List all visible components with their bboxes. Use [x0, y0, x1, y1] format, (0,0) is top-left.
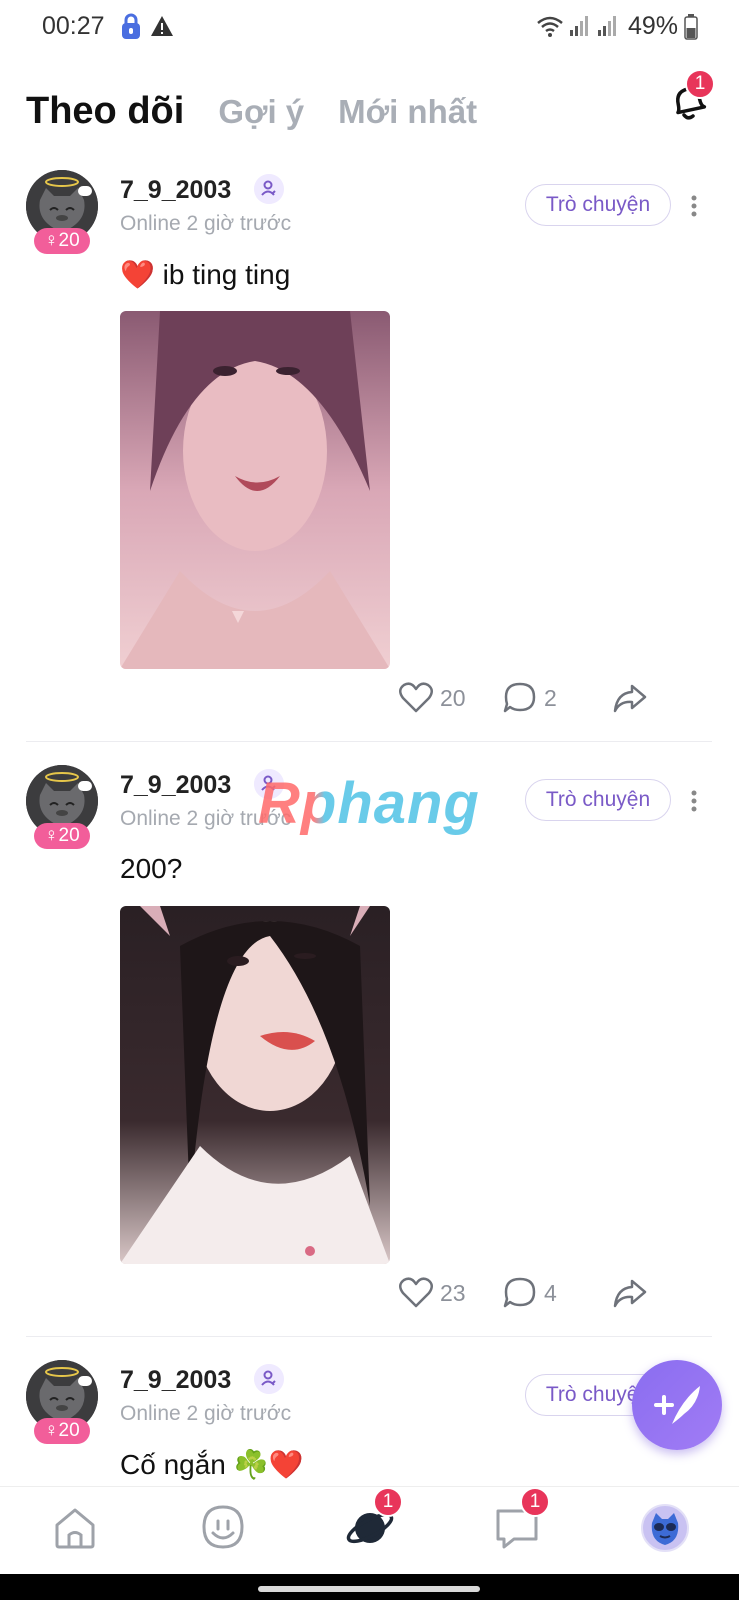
comment-count: 4 — [544, 1279, 557, 1306]
share-button[interactable] — [612, 680, 654, 716]
post-image[interactable] — [120, 906, 390, 1264]
plus-feather-icon — [654, 1386, 700, 1424]
comment-count: 2 — [544, 684, 557, 711]
tab-following[interactable]: Theo dõi — [26, 90, 184, 133]
post-actions: 23 4 — [398, 1275, 698, 1315]
like-count: 23 — [440, 1279, 466, 1306]
gender-age-badge: ♀ 20 — [34, 823, 90, 849]
create-post-button[interactable] — [632, 1360, 722, 1450]
tab-suggested[interactable]: Gợi ý — [218, 93, 304, 131]
status-bar: 00:27 49% — [0, 0, 739, 56]
post-text: ❤️ ib ting ting — [120, 259, 291, 290]
status-time: 00:27 — [42, 12, 105, 40]
verified-user-icon — [254, 1364, 284, 1394]
bottom-navigation: 1 1 — [0, 1486, 739, 1574]
gender-age-badge: ♀ 20 — [34, 228, 90, 254]
comment-button[interactable]: 4 — [502, 1275, 557, 1311]
post-image[interactable] — [120, 311, 390, 669]
battery-icon — [684, 14, 698, 40]
share-icon — [613, 1279, 647, 1308]
signal-icon — [598, 16, 616, 36]
signal-icon — [570, 16, 588, 36]
voice-room-icon[interactable] — [198, 1503, 248, 1553]
warning-icon — [151, 16, 173, 36]
gender-age-badge: ♀ 20 — [34, 1418, 90, 1444]
lock-icon — [122, 13, 140, 39]
heart-icon — [399, 682, 433, 713]
tab-newest[interactable]: Mới nhất — [338, 93, 477, 131]
verified-user-icon — [254, 174, 284, 204]
feed-tabs: Theo dõi Gợi ý Mới nhất — [26, 90, 511, 140]
comment-icon — [503, 682, 536, 713]
post-divider — [26, 741, 712, 742]
chat-button[interactable]: Trò chuyện — [525, 184, 671, 226]
like-button[interactable]: 20 — [398, 680, 466, 716]
feed-post: ♀ 20 7_9_2003 Online 2 giờ trước Trò chuy… — [0, 765, 739, 1335]
comment-icon — [503, 1277, 536, 1308]
username[interactable]: 7_9_2003 — [120, 771, 231, 800]
home-icon[interactable] — [50, 1503, 100, 1553]
post-text: 200? — [120, 853, 183, 884]
wifi-icon — [537, 16, 563, 37]
more-options-icon[interactable] — [690, 194, 698, 218]
like-button[interactable]: 23 — [398, 1275, 466, 1311]
nav-planet[interactable]: 1 — [345, 1487, 403, 1553]
like-count: 20 — [440, 684, 466, 711]
post-text: Cố ngắn ☘️❤️ — [120, 1449, 304, 1480]
photo-placeholder — [120, 311, 390, 669]
system-navigation-bar — [0, 1574, 739, 1600]
profile-avatar[interactable] — [640, 1503, 690, 1553]
battery-percent: 49% — [628, 12, 679, 40]
photo-placeholder — [120, 906, 390, 1264]
chat-badge: 1 — [520, 1487, 550, 1517]
watermark-logo: Rphang — [258, 771, 480, 836]
notification-badge: 1 — [685, 69, 715, 99]
username[interactable]: 7_9_2003 — [120, 176, 231, 205]
more-options-icon[interactable] — [690, 789, 698, 813]
chat-button[interactable]: Trò chuyện — [525, 779, 671, 821]
online-status: Online 2 giờ trước — [120, 1402, 292, 1425]
share-icon — [613, 684, 647, 713]
home-gesture-handle[interactable] — [258, 1586, 480, 1592]
post-divider — [26, 1336, 712, 1337]
username[interactable]: 7_9_2003 — [120, 1366, 231, 1395]
age-value: 20 — [58, 825, 80, 846]
nav-chat[interactable]: 1 — [492, 1487, 550, 1553]
age-value: 20 — [58, 1420, 80, 1441]
comment-button[interactable]: 2 — [502, 680, 557, 716]
feed-post: ♀ 20 7_9_2003 Online 2 giờ trước Trò chuy… — [0, 1360, 739, 1486]
heart-icon — [399, 1277, 433, 1308]
online-status: Online 2 giờ trước — [120, 212, 292, 235]
planet-badge: 1 — [373, 1487, 403, 1517]
age-value: 20 — [58, 230, 80, 251]
post-actions: 20 2 — [398, 680, 698, 720]
share-button[interactable] — [612, 1275, 654, 1311]
feed-post: ♀ 20 7_9_2003 Online 2 giờ trước Trò chuy… — [0, 170, 739, 740]
